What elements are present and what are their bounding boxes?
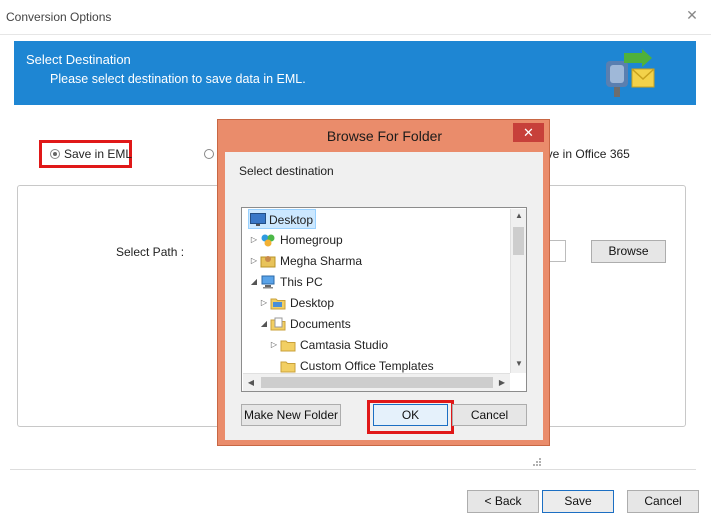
tree-item-label: Desktop (290, 296, 335, 310)
documents-folder-icon (270, 317, 286, 331)
dialog-instruction: Select destination (239, 164, 334, 178)
dialog-body: Select destination Desktop ▷ Homegroup ▷… (225, 152, 543, 466)
window-close-icon[interactable]: ✕ (685, 7, 699, 24)
tree-item-label: This PC (280, 275, 323, 289)
save-office365-radio[interactable] (204, 149, 214, 159)
header-heading: Select Destination (26, 52, 131, 67)
expand-arrow-icon[interactable]: ▷ (250, 251, 258, 271)
expand-arrow-icon[interactable]: ▷ (270, 335, 278, 355)
collapse-arrow-icon[interactable]: ◢ (250, 272, 258, 292)
save-button[interactable]: Save (542, 490, 614, 513)
save-eml-label[interactable]: Save in EML (64, 147, 132, 161)
tree-item-label: Documents (290, 317, 351, 331)
tree-vertical-scrollbar[interactable]: ▲ ▼ (510, 209, 526, 373)
ok-button[interactable]: OK (373, 404, 448, 426)
scroll-down-icon[interactable]: ▼ (511, 359, 526, 368)
mailbox-conversion-icon (606, 49, 655, 97)
window-titlebar: Conversion Options ✕ (0, 0, 711, 35)
folder-icon (280, 340, 296, 352)
footer-divider (10, 469, 696, 470)
scroll-thumb[interactable] (513, 227, 524, 255)
tree-horizontal-scrollbar[interactable]: ◀ ▶ (243, 373, 510, 391)
homegroup-icon (261, 234, 275, 247)
computer-icon (261, 275, 275, 289)
expand-arrow-icon[interactable]: ▷ (260, 293, 268, 313)
tree-item-desktop[interactable]: Desktop (248, 209, 316, 229)
scroll-left-icon[interactable]: ◀ (243, 378, 259, 387)
save-office365-label[interactable]: ave in Office 365 (540, 147, 630, 161)
tree-item-label: Megha Sharma (280, 254, 363, 268)
tree-item-label: Homegroup (280, 233, 343, 247)
header-subtext: Please select destination to save data i… (50, 72, 306, 86)
scroll-right-icon[interactable]: ▶ (494, 378, 510, 387)
scroll-thumb[interactable] (261, 377, 493, 388)
window-title: Conversion Options (6, 10, 112, 24)
browse-folder-dialog: Browse For Folder ✕ Select destination D… (217, 119, 550, 466)
dialog-title: Browse For Folder (326, 128, 443, 144)
resize-grip-icon[interactable] (532, 457, 542, 467)
folder-icon (270, 298, 286, 310)
desktop-icon (250, 213, 266, 226)
dialog-cancel-button[interactable]: Cancel (452, 404, 527, 426)
user-folder-icon (260, 256, 276, 268)
back-button[interactable]: < Back (467, 490, 539, 513)
collapse-arrow-icon[interactable]: ◢ (260, 314, 268, 334)
cancel-button[interactable]: Cancel (627, 490, 699, 513)
scroll-up-icon[interactable]: ▲ (511, 211, 526, 220)
select-path-label: Select Path : (116, 245, 185, 259)
folder-tree[interactable]: Desktop ▷ Homegroup ▷ Megha Sharma ◢ Thi… (241, 207, 527, 392)
dialog-close-icon[interactable]: ✕ (513, 123, 544, 142)
tree-item-label: Desktop (269, 213, 314, 227)
tree-item-label: Camtasia Studio (300, 338, 389, 352)
folder-icon (280, 361, 296, 373)
save-eml-radio[interactable] (50, 149, 60, 159)
browse-button[interactable]: Browse (591, 240, 666, 263)
header-banner: Select Destination Please select destina… (14, 41, 696, 105)
make-new-folder-button[interactable]: Make New Folder (241, 404, 341, 426)
expand-arrow-icon[interactable]: ▷ (250, 230, 258, 250)
